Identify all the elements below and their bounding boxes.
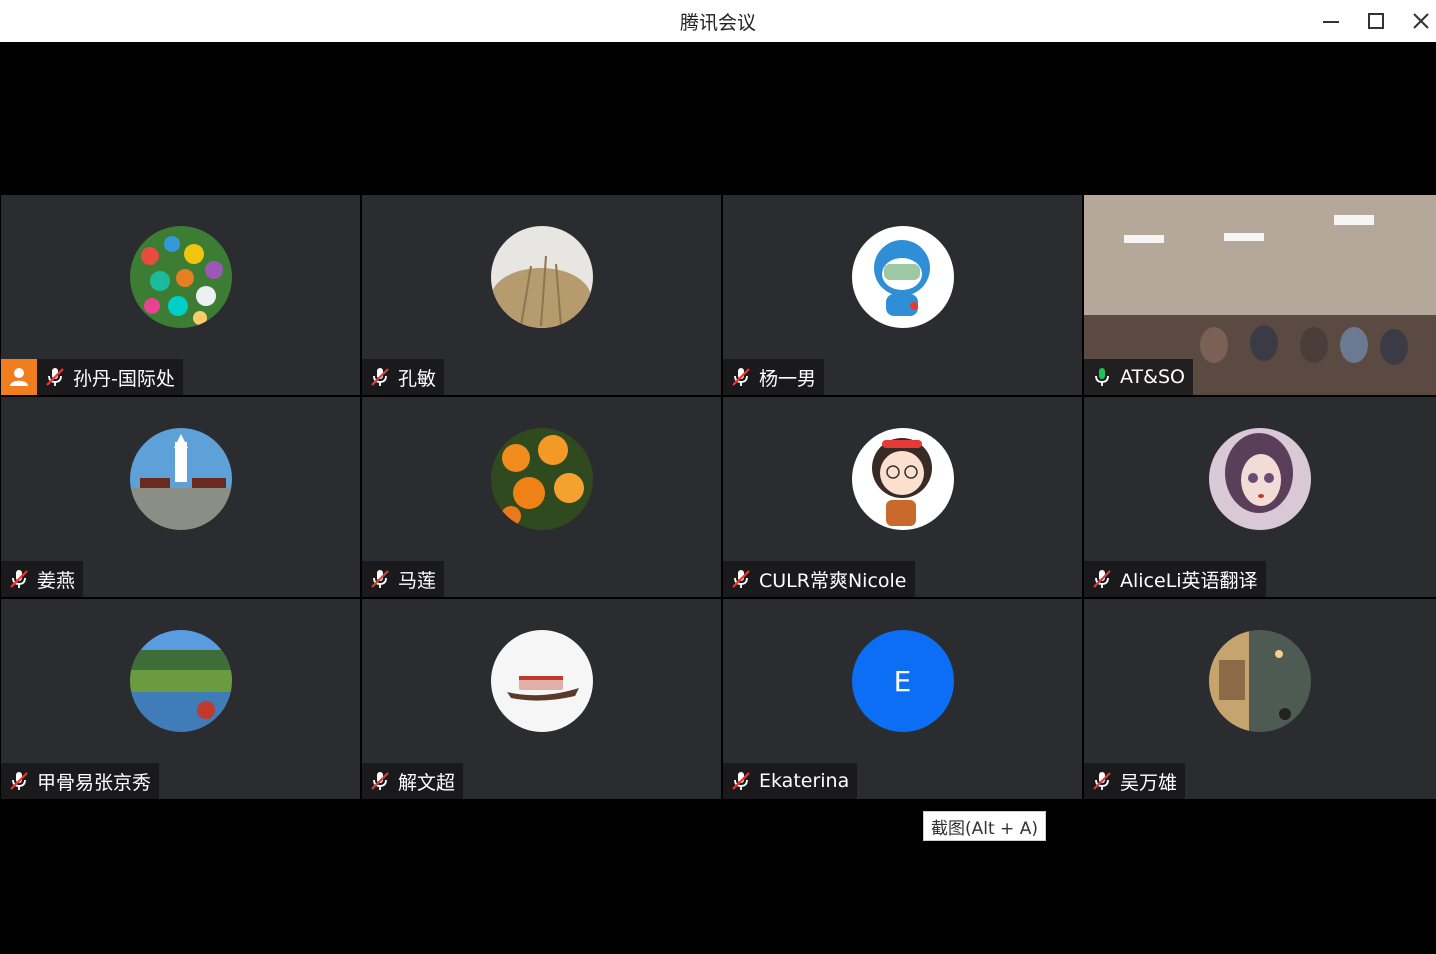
participant-name: 解文超 xyxy=(398,771,456,794)
participant-nameplate: AT&SO xyxy=(1084,359,1193,395)
participant-name: 孔敏 xyxy=(398,367,437,390)
participant-tile[interactable]: 甲骨易张京秀 xyxy=(1,599,360,799)
participant-tile[interactable]: E Ekaterina xyxy=(723,599,1082,799)
mic-muted-icon xyxy=(362,763,398,799)
participant-nameplate: 姜燕 xyxy=(1,561,84,597)
participant-nameplate: AliceLi英语翻译 xyxy=(1084,561,1266,597)
participant-name: AliceLi英语翻译 xyxy=(1120,569,1258,592)
participant-tile[interactable]: 吴万雄 xyxy=(1084,599,1436,799)
close-icon xyxy=(1413,13,1429,29)
avatar-letter: E xyxy=(893,664,912,698)
participant-avatar xyxy=(851,428,954,530)
participant-tile[interactable]: 姜燕 xyxy=(1,397,360,597)
window-title: 腾讯会议 xyxy=(679,11,756,34)
participant-name: AT&SO xyxy=(1120,366,1185,388)
mic-muted-icon xyxy=(1,763,37,799)
close-button[interactable] xyxy=(1398,0,1436,42)
participant-tile[interactable]: AliceLi英语翻译 xyxy=(1084,397,1436,597)
mic-muted-icon xyxy=(723,359,759,395)
screenshot-tooltip: 截图(Alt + A) xyxy=(923,811,1046,841)
participant-grid: 孙丹-国际处 孔敏 杨一男 AT&SO 姜燕 马莲 CULR常爽Nicole A… xyxy=(0,194,1436,800)
participant-avatar xyxy=(129,226,232,328)
participant-nameplate: 甲骨易张京秀 xyxy=(1,763,160,799)
participant-tile[interactable]: 孔敏 xyxy=(362,195,721,395)
maximize-icon xyxy=(1368,13,1384,29)
participant-name: Ekaterina xyxy=(759,770,850,792)
participant-avatar xyxy=(1209,630,1311,732)
participant-nameplate: 吴万雄 xyxy=(1084,763,1186,799)
participant-nameplate: CULR常爽Nicole xyxy=(723,561,915,597)
participant-tile[interactable]: 马莲 xyxy=(362,397,721,597)
participant-tile-active-speaker[interactable]: AT&SO xyxy=(1084,195,1436,395)
participant-name: 孙丹-国际处 xyxy=(73,367,175,390)
participant-nameplate: 杨一男 xyxy=(723,359,825,395)
mic-muted-icon xyxy=(723,561,759,597)
minimize-button[interactable] xyxy=(1308,0,1354,42)
participant-name: CULR常爽Nicole xyxy=(759,569,907,592)
participant-nameplate: 孔敏 xyxy=(362,359,445,395)
participant-tile[interactable]: 杨一男 xyxy=(723,195,1082,395)
participant-name: 吴万雄 xyxy=(1120,771,1178,794)
participant-tile[interactable]: 解文超 xyxy=(362,599,721,799)
participant-nameplate: 马莲 xyxy=(362,561,445,597)
participant-avatar xyxy=(129,428,232,530)
participant-name: 甲骨易张京秀 xyxy=(37,771,152,794)
participant-name: 杨一男 xyxy=(759,367,817,390)
participant-avatar xyxy=(851,226,954,328)
participant-avatar xyxy=(129,630,232,732)
mic-muted-icon xyxy=(723,763,759,799)
maximize-button[interactable] xyxy=(1353,0,1399,42)
title-bar: 腾讯会议 xyxy=(0,0,1436,42)
mic-muted-icon xyxy=(1,561,37,597)
participant-avatar xyxy=(490,630,593,732)
mic-muted-icon xyxy=(362,561,398,597)
participant-name: 姜燕 xyxy=(37,569,76,592)
mic-active-icon xyxy=(1084,359,1120,395)
participant-nameplate: Ekaterina xyxy=(723,763,858,799)
participant-avatar xyxy=(1209,428,1311,530)
participant-nameplate: 孙丹-国际处 xyxy=(1,359,183,395)
participant-name: 马莲 xyxy=(398,569,437,592)
participant-avatar xyxy=(490,428,593,530)
mic-muted-icon xyxy=(37,359,73,395)
participant-avatar-letter: E xyxy=(851,630,954,732)
minimize-icon xyxy=(1323,21,1339,23)
participant-nameplate: 解文超 xyxy=(362,763,464,799)
participant-tile[interactable]: 孙丹-国际处 xyxy=(1,195,360,395)
user-icon xyxy=(10,368,28,386)
host-badge xyxy=(1,359,37,395)
mic-muted-icon xyxy=(362,359,398,395)
mic-muted-icon xyxy=(1084,561,1120,597)
participant-tile[interactable]: CULR常爽Nicole xyxy=(723,397,1082,597)
mic-muted-icon xyxy=(1084,763,1120,799)
participant-avatar xyxy=(490,226,593,328)
